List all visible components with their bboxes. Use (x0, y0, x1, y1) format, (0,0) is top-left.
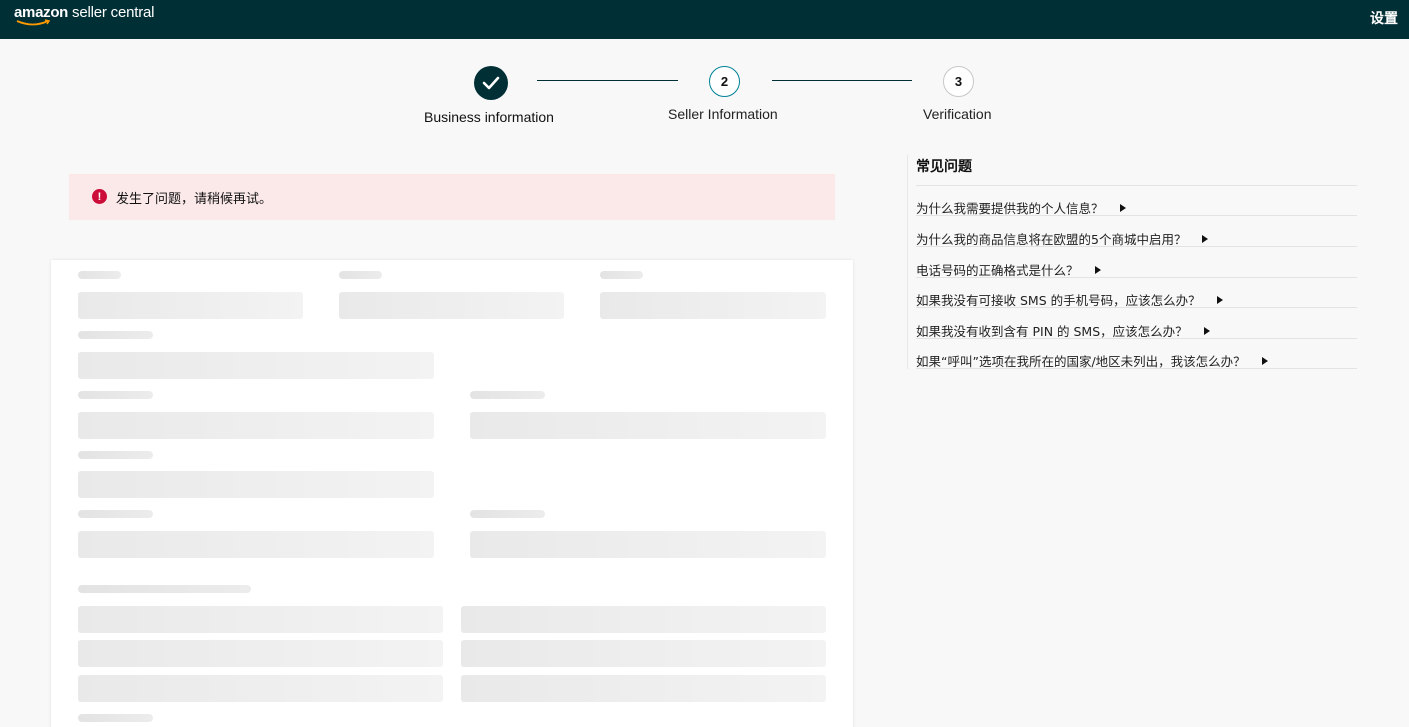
skeleton-label (78, 271, 121, 279)
settings-link[interactable]: 设置 (1370, 8, 1398, 28)
step-connector-2 (772, 80, 912, 81)
step-seller-information-circle: 2 (709, 66, 740, 97)
skeleton-field (470, 412, 826, 439)
faq-divider (916, 246, 1357, 247)
faq-title: 常见问题 (916, 159, 972, 175)
checkmark-icon (482, 76, 500, 90)
skeleton-label (600, 271, 643, 279)
step-verification-label: Verification (923, 106, 992, 122)
skeleton-label (78, 331, 153, 339)
skeleton-field (339, 292, 564, 319)
faq-divider (916, 215, 1357, 216)
error-message: 发生了问题，请稍候再试。 (116, 192, 273, 207)
faq-divider (916, 368, 1357, 369)
triangle-right-icon (1094, 265, 1101, 274)
faq-panel-border (907, 155, 908, 369)
faq-divider (916, 307, 1357, 308)
faq-divider (916, 277, 1357, 278)
skeleton-label (78, 391, 153, 399)
skeleton-field (78, 292, 303, 319)
triangle-right-icon (1119, 203, 1126, 212)
skeleton-field (78, 412, 434, 439)
step-business-information-label: Business information (424, 109, 554, 125)
skeleton-section-heading (78, 585, 251, 593)
skeleton-field (600, 292, 826, 319)
skeleton-field (78, 675, 443, 702)
triangle-right-icon (1261, 356, 1268, 365)
amazon-smile-icon (16, 19, 51, 26)
skeleton-label (470, 391, 545, 399)
skeleton-field (461, 640, 826, 667)
seller-information-form-loading (51, 260, 853, 727)
skeleton-field (461, 606, 826, 633)
skeleton-label (470, 510, 545, 518)
step-business-information-circle (474, 66, 508, 100)
triangle-right-icon (1216, 295, 1223, 304)
skeleton-field (461, 675, 826, 702)
skeleton-field (78, 531, 434, 558)
error-alert: ! 发生了问题，请稍候再试。 (69, 174, 835, 220)
logo-product-text: seller central (68, 4, 155, 21)
top-navigation-bar: amazon seller central 设置 (0, 0, 1409, 39)
triangle-right-icon (1202, 234, 1209, 243)
step-verification-circle: 3 (943, 66, 974, 97)
skeleton-field (78, 606, 443, 633)
skeleton-field (78, 352, 434, 379)
error-icon: ! (92, 189, 107, 204)
skeleton-label (339, 271, 382, 279)
triangle-right-icon (1203, 326, 1210, 335)
skeleton-field (78, 640, 443, 667)
skeleton-field (78, 471, 434, 498)
step-seller-information-label: Seller Information (668, 106, 778, 122)
step-connector-1 (537, 80, 678, 81)
skeleton-label (78, 714, 153, 722)
faq-divider (916, 185, 1357, 186)
skeleton-label (78, 510, 153, 518)
skeleton-field (470, 531, 826, 558)
skeleton-label (78, 451, 153, 459)
faq-divider (916, 338, 1357, 339)
